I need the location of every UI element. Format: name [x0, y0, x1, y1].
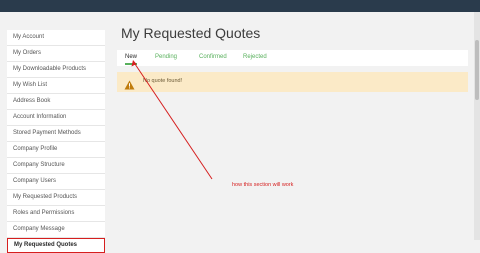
- annotation-arrow: [131, 60, 213, 180]
- page-scrollbar[interactable]: [474, 12, 480, 240]
- scrollbar-thumb[interactable]: [475, 40, 479, 100]
- sidebar-item-requested-quotes[interactable]: My Requested Quotes: [7, 238, 105, 253]
- annotation-note: how this section will work: [232, 182, 294, 188]
